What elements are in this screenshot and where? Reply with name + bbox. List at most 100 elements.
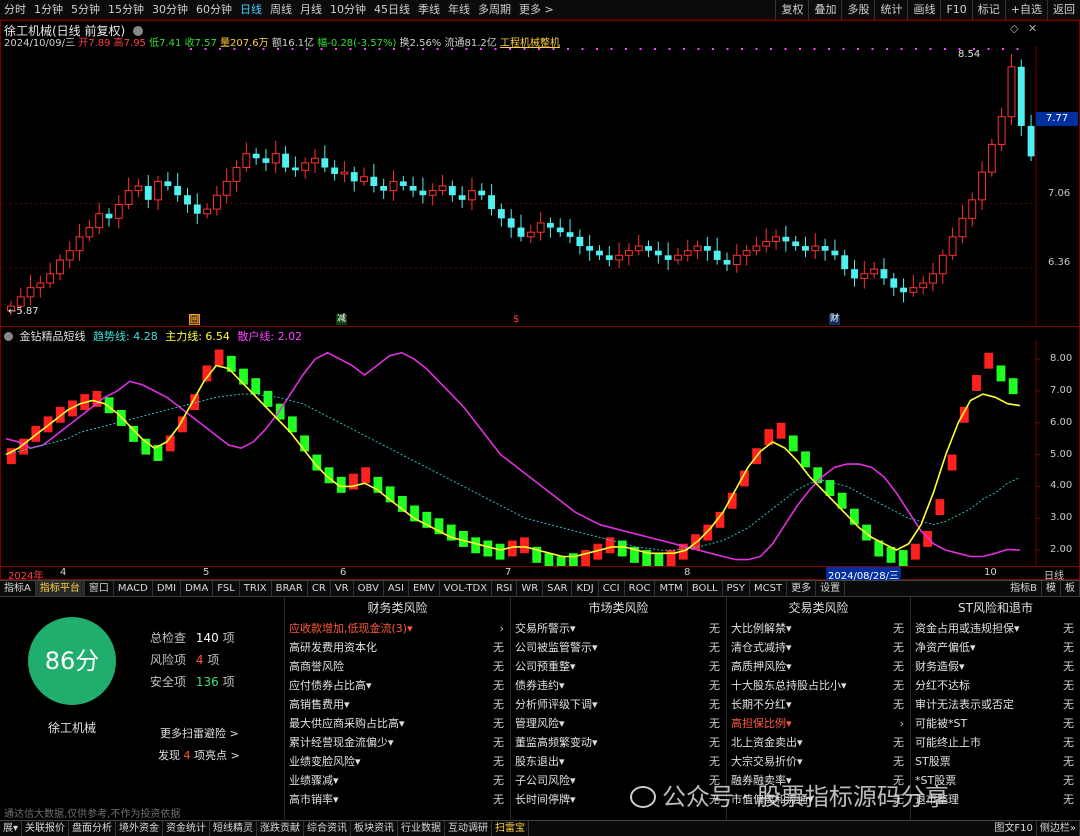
event-marker-reduce[interactable]: 减 (336, 314, 347, 325)
risk-item[interactable]: 董监高频繁变动▾ 无 (511, 733, 726, 752)
risk-item[interactable]: 业绩骤减▾ 无 (285, 771, 510, 790)
indicator-tab[interactable]: BOLL (688, 580, 723, 597)
risk-item[interactable]: 大比例解禁▾ 无 (727, 619, 910, 638)
period-item[interactable]: 45日线 (370, 0, 414, 20)
risk-item[interactable]: 公司被监管警示▾ 无 (511, 638, 726, 657)
risk-item[interactable]: 十大股东总持股占比小▾ 无 (727, 676, 910, 695)
period-item[interactable]: 60分钟 (192, 0, 236, 20)
risk-item[interactable]: 高担保比例▾ › (727, 714, 910, 733)
indicator-tab-right[interactable]: 模 (1042, 580, 1061, 597)
period-item[interactable]: 1分钟 (30, 0, 67, 20)
indicator-tab[interactable]: CR (308, 580, 331, 597)
indicator-tab[interactable]: FSL (213, 580, 240, 597)
indicator-tab[interactable]: BRAR (272, 580, 308, 597)
risk-item[interactable]: 分红不达标 无 (911, 676, 1080, 695)
indicator-tab[interactable]: VOL-TDX (440, 580, 493, 597)
event-marker-buyback[interactable]: 回 (189, 314, 200, 325)
risk-item[interactable]: 管理风险▾ 无 (511, 714, 726, 733)
indicator-tab[interactable]: 更多 (787, 580, 817, 597)
status-tab[interactable]: 关联报价 (22, 820, 70, 836)
status-tab[interactable]: 境外资金 (116, 820, 164, 836)
indicator-tab[interactable]: TRIX (240, 580, 272, 597)
toolbar-button[interactable]: 叠加 (808, 0, 841, 20)
risk-item[interactable]: 北上资金卖出▾ 无 (727, 733, 910, 752)
risk-item[interactable]: 高质押风险▾ 无 (727, 657, 910, 676)
risk-item[interactable]: 分析师评级下调▾ 无 (511, 695, 726, 714)
status-tab[interactable]: 短线精灵 (210, 820, 258, 836)
period-item[interactable]: 15分钟 (104, 0, 148, 20)
risk-item[interactable]: 最大供应商采购占比高▾ 无 (285, 714, 510, 733)
indicator-tab-right[interactable]: 板 (1061, 580, 1080, 597)
status-tab[interactable]: 涨跌贡献 (257, 820, 305, 836)
period-item[interactable]: 5分钟 (67, 0, 104, 20)
indicator-tab[interactable]: 窗口 (85, 580, 114, 597)
price-chart[interactable] (0, 46, 1080, 326)
risk-item[interactable]: 审计无法表示或否定 无 (911, 695, 1080, 714)
risk-item[interactable]: 高商誉风险 无 (285, 657, 510, 676)
risk-item[interactable]: 交易所警示▾ 无 (511, 619, 726, 638)
toolbar-button[interactable]: +自选 (1004, 0, 1047, 20)
period-item[interactable]: 季线 (414, 0, 444, 20)
period-item[interactable]: 年线 (444, 0, 474, 20)
period-item[interactable]: 10分钟 (326, 0, 370, 20)
status-tab[interactable]: 扫雷宝 (492, 820, 530, 836)
toolbar-button[interactable]: 复权 (775, 0, 808, 20)
indicator-tab[interactable]: RSI (492, 580, 518, 597)
indicator-tab[interactable]: WR (517, 580, 544, 597)
more-risk-link[interactable]: 更多扫雷避险 > (160, 725, 239, 741)
indicator-tab[interactable]: KDJ (572, 580, 599, 597)
indicator-tab[interactable]: 指标A (0, 580, 36, 597)
risk-item[interactable]: 债券违约▾ 无 (511, 676, 726, 695)
period-item[interactable]: 日线 (236, 0, 266, 20)
period-item[interactable]: 更多 > (515, 0, 558, 20)
risk-item[interactable]: 高销售费用▾ 无 (285, 695, 510, 714)
status-tab[interactable]: 板块资讯 (351, 820, 399, 836)
event-marker-finance[interactable]: 财 (829, 314, 840, 325)
indicator-tab[interactable]: EMV (409, 580, 440, 597)
risk-item[interactable]: 财务造假▾ 无 (911, 657, 1080, 676)
indicator-tab[interactable]: CCI (599, 580, 625, 597)
indicator-tab[interactable]: VR (331, 580, 354, 597)
toolbar-button[interactable]: 多股 (841, 0, 874, 20)
period-item[interactable]: 30分钟 (148, 0, 192, 20)
risk-item[interactable]: 清仓式减持▾ 无 (727, 638, 910, 657)
indicator-tab[interactable]: MTM (655, 580, 688, 597)
risk-item[interactable]: 累计经营现金流偏少▾ 无 (285, 733, 510, 752)
status-tab[interactable]: 资金统计 (163, 820, 211, 836)
pane-divider[interactable] (0, 326, 1080, 327)
risk-item[interactable]: 高研发费用资本化 无 (285, 638, 510, 657)
collapse-chevron-icon[interactable]: ◇ (1010, 22, 1018, 35)
status-right-button[interactable]: 图文F10 (991, 820, 1037, 836)
risk-item[interactable]: 公司预重整▾ 无 (511, 657, 726, 676)
toolbar-button[interactable]: 统计 (874, 0, 907, 20)
highlights-link[interactable]: 发现 4 项亮点 > (158, 747, 240, 763)
status-tab[interactable]: 行业数据 (398, 820, 446, 836)
risk-item[interactable]: 应收款增加,低现金流(3)▾ › (285, 619, 510, 638)
status-tab[interactable]: 综合资讯 (304, 820, 352, 836)
indicator-tab[interactable]: ROC (625, 580, 656, 597)
risk-item[interactable]: ST股票 无 (911, 752, 1080, 771)
indicator-tab-right[interactable]: 指标B (1006, 580, 1042, 597)
period-item[interactable]: 分时 (0, 0, 30, 20)
risk-item[interactable]: 股东退出▾ 无 (511, 752, 726, 771)
indicator-tab[interactable]: OBV (354, 580, 384, 597)
indicator-tab[interactable]: PSY (723, 580, 751, 597)
indicator-tab[interactable]: DMA (181, 580, 214, 597)
event-marker-dividend[interactable]: $ (513, 314, 519, 325)
risk-item[interactable]: 可能被*ST 无 (911, 714, 1080, 733)
risk-item[interactable]: 长期不分红▾ 无 (727, 695, 910, 714)
indicator-tab[interactable]: SAR (543, 580, 573, 597)
indicator-tab[interactable]: 设置 (816, 580, 846, 597)
period-item[interactable]: 周线 (266, 0, 296, 20)
risk-item[interactable]: 应付债券占比高▾ 无 (285, 676, 510, 695)
risk-item[interactable]: 高市销率▾ 无 (285, 790, 510, 809)
toolbar-button[interactable]: F10 (940, 0, 971, 20)
risk-item[interactable]: 大宗交易折价▾ 无 (727, 752, 910, 771)
risk-item[interactable]: 业绩变脸风险▾ 无 (285, 752, 510, 771)
risk-item[interactable]: 净资产偏低▾ 无 (911, 638, 1080, 657)
close-chart-icon[interactable]: ✕ (1028, 22, 1037, 35)
toolbar-button[interactable]: 画线 (907, 0, 940, 20)
toolbar-button[interactable]: 标记 (971, 0, 1005, 20)
indicator-chart[interactable] (0, 340, 1080, 566)
risk-item[interactable]: 资金占用或违规担保▾ 无 (911, 619, 1080, 638)
